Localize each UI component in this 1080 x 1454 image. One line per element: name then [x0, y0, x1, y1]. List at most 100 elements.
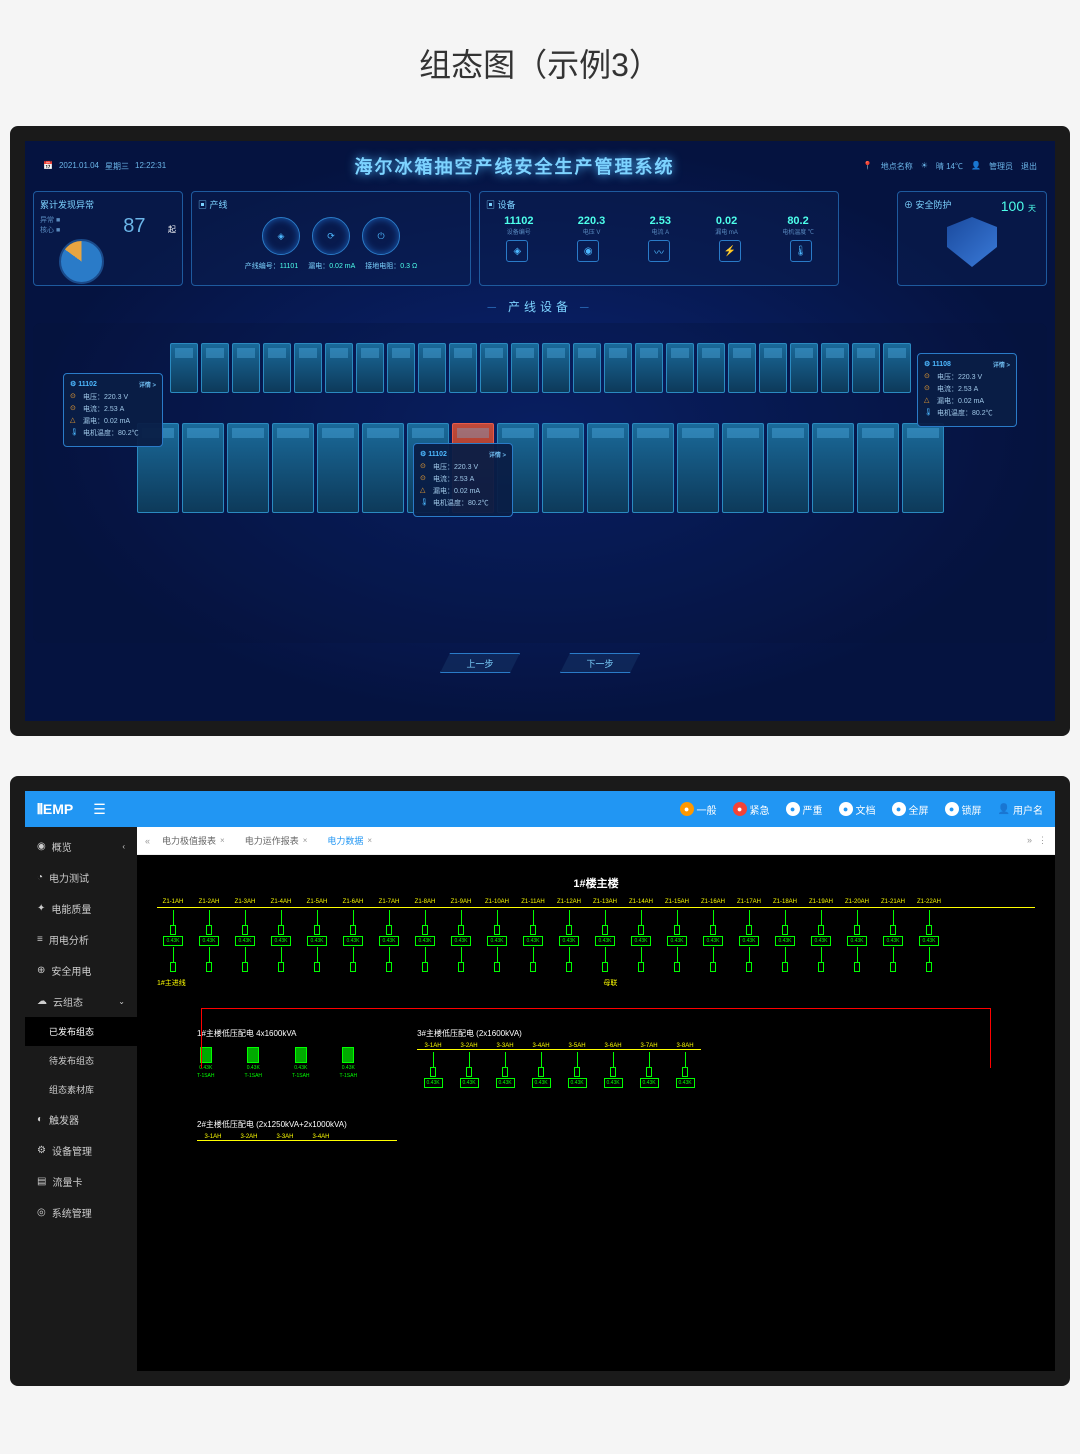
tabs-menu-icon[interactable]: ⋮ — [1038, 835, 1047, 846]
machine-back[interactable] — [232, 343, 260, 393]
machine-back[interactable] — [356, 343, 384, 393]
feeder[interactable]: 0.43K — [265, 910, 297, 972]
feeder[interactable]: 0.43K — [517, 910, 549, 972]
refresh-icon[interactable]: ⟳ — [312, 217, 350, 255]
feeder[interactable]: 0.43K — [417, 1052, 449, 1089]
machine-back[interactable] — [201, 343, 229, 393]
sidebar-item[interactable]: ✦电能质量 — [25, 893, 137, 924]
close-icon[interactable]: × — [220, 836, 225, 845]
feeder[interactable]: 0.43K — [589, 910, 621, 972]
machine-front[interactable] — [722, 423, 764, 513]
feeder[interactable]: 0.43K — [301, 910, 333, 972]
machine-back[interactable] — [449, 343, 477, 393]
feeder[interactable]: 0.43K — [525, 1052, 557, 1089]
transformer[interactable]: 0.43KT-1SAH — [245, 1047, 263, 1079]
menu-icon[interactable]: ☰ — [93, 801, 106, 818]
machine-back[interactable] — [790, 343, 818, 393]
tabs-next-icon[interactable]: » — [1027, 835, 1032, 846]
tabs-prev-icon[interactable]: « — [145, 836, 150, 846]
topbar-action[interactable]: ●锁屏 — [945, 802, 982, 817]
machine-front[interactable] — [542, 423, 584, 513]
machine-back[interactable] — [852, 343, 880, 393]
feeder[interactable]: 0.43K — [733, 910, 765, 972]
layers-icon[interactable]: ◈ — [262, 217, 300, 255]
machine-front[interactable] — [182, 423, 224, 513]
topbar-action[interactable]: ●严重 — [786, 802, 823, 817]
machine-front[interactable] — [362, 423, 404, 513]
feeder[interactable]: 0.43K — [805, 910, 837, 972]
feeder[interactable]: 0.43K — [453, 1052, 485, 1089]
machine-front[interactable] — [272, 423, 314, 513]
machine-back[interactable] — [511, 343, 539, 393]
device-tooltip[interactable]: ⚙ 11102详情 > ⊙电压：220.3 V ⊙电流：2.53 A △漏电：0… — [413, 443, 513, 517]
machine-back[interactable] — [759, 343, 787, 393]
user-icon[interactable]: 👤 — [971, 161, 981, 172]
machine-front[interactable] — [857, 423, 899, 513]
feeder[interactable]: 0.43K — [877, 910, 909, 972]
feeder[interactable]: 0.43K — [841, 910, 873, 972]
machine-back[interactable] — [418, 343, 446, 393]
production-line-view[interactable]: ⚙ 11102详情 > ⊙电压：220.3 V ⊙电流：2.53 A △漏电：0… — [33, 323, 1047, 643]
prev-button[interactable]: 上一步 — [440, 653, 520, 673]
topbar-action[interactable]: ●全屏 — [892, 802, 929, 817]
machine-front[interactable] — [902, 423, 944, 513]
device-tooltip[interactable]: ⚙ 11102详情 > ⊙电压：220.3 V ⊙电流：2.53 A △漏电：0… — [63, 373, 163, 447]
machine-back[interactable] — [325, 343, 353, 393]
machine-back[interactable] — [170, 343, 198, 393]
feeder[interactable]: 0.43K — [489, 1052, 521, 1089]
sidebar-item[interactable]: 待发布组态 — [25, 1046, 137, 1075]
feeder[interactable]: 0.43K — [633, 1052, 665, 1089]
close-icon[interactable]: × — [303, 836, 308, 845]
sidebar-item[interactable]: ◎系统管理 — [25, 1197, 137, 1228]
sidebar-item[interactable]: ◐触发器 — [25, 1104, 137, 1135]
close-icon[interactable]: × — [367, 836, 372, 845]
feeder[interactable]: 0.43K — [625, 910, 657, 972]
machine-back[interactable] — [821, 343, 849, 393]
feeder[interactable]: 0.43K — [373, 910, 405, 972]
feeder[interactable]: 0.43K — [193, 910, 225, 972]
feeder[interactable]: 0.43K — [561, 1052, 593, 1089]
feeder[interactable]: 0.43K — [157, 910, 189, 972]
sidebar-item[interactable]: 已发布组态 — [25, 1017, 137, 1046]
machine-back[interactable] — [573, 343, 601, 393]
machine-back[interactable] — [697, 343, 725, 393]
feeder[interactable]: 0.43K — [553, 910, 585, 972]
topbar-action[interactable]: ●文档 — [839, 802, 876, 817]
tab[interactable]: 电力数据× — [319, 830, 380, 851]
tab[interactable]: 电力极值报表× — [154, 830, 233, 851]
feeder[interactable]: 0.43K — [669, 1052, 701, 1089]
feeder[interactable]: 0.43K — [337, 910, 369, 972]
transformer[interactable]: 0.43KT-1SAH — [340, 1047, 358, 1079]
machine-back[interactable] — [666, 343, 694, 393]
machine-back[interactable] — [542, 343, 570, 393]
machine-front[interactable] — [587, 423, 629, 513]
machine-front[interactable] — [677, 423, 719, 513]
sidebar-item[interactable]: ☁云组态⌄ — [25, 986, 137, 1017]
machine-back[interactable] — [263, 343, 291, 393]
feeder[interactable]: 0.43K — [913, 910, 945, 972]
feeder[interactable]: 0.43K — [769, 910, 801, 972]
feeder[interactable]: 0.43K — [229, 910, 261, 972]
machine-front[interactable] — [632, 423, 674, 513]
logout-link[interactable]: 退出 — [1021, 161, 1037, 172]
transformer[interactable]: 0.43KT-1SAH — [197, 1047, 215, 1079]
machine-front[interactable] — [227, 423, 269, 513]
machine-front[interactable] — [812, 423, 854, 513]
sidebar-item[interactable]: ▤流量卡 — [25, 1166, 137, 1197]
topbar-action[interactable]: ●一般 — [680, 802, 717, 817]
sidebar-item[interactable]: ◔电力测试 — [25, 862, 137, 893]
feeder[interactable]: 0.43K — [409, 910, 441, 972]
sidebar-item[interactable]: ≡用电分析 — [25, 924, 137, 955]
tab[interactable]: 电力运作报表× — [237, 830, 316, 851]
next-button[interactable]: 下一步 — [560, 653, 640, 673]
power-icon[interactable]: ⏻ — [362, 217, 400, 255]
machine-back[interactable] — [635, 343, 663, 393]
user-menu[interactable]: 👤用户名 — [998, 802, 1043, 817]
sidebar-item[interactable]: 组态素材库 — [25, 1075, 137, 1104]
feeder[interactable]: 0.43K — [597, 1052, 629, 1089]
sidebar-item[interactable]: ⚙设备管理 — [25, 1135, 137, 1166]
feeder[interactable]: 0.43K — [661, 910, 693, 972]
machine-back[interactable] — [294, 343, 322, 393]
electrical-diagram[interactable]: 1#楼主楼 Z1-1AHZ1-2AHZ1-3AHZ1-4AHZ1-5AHZ1-6… — [137, 855, 1055, 1371]
transformer[interactable]: 0.43KT-1SAH — [292, 1047, 310, 1079]
